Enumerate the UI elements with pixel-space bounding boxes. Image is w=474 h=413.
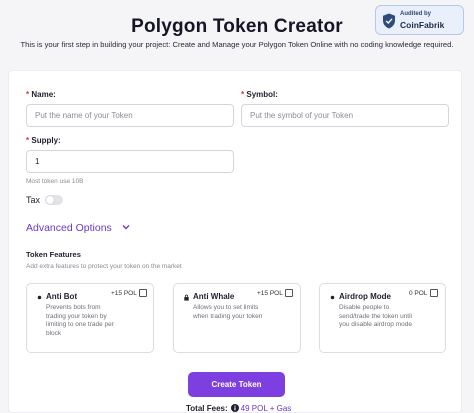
feature-description-line: limiting to one trade per (46, 321, 114, 329)
symbol-input[interactable] (241, 104, 449, 127)
feature-name: Anti Whale (193, 292, 235, 301)
lock-icon (184, 294, 189, 301)
total-fees-amount: 49 POL + Gas (240, 404, 292, 413)
dot-icon (330, 295, 335, 300)
token-features-title: Token Features (26, 250, 81, 259)
audit-badge-name: CoinFabrik (400, 20, 445, 30)
page-subtitle: This is your first step in building your… (20, 40, 454, 49)
advanced-options-toggle[interactable]: Advanced Options (26, 222, 112, 234)
feature-checkbox[interactable] (430, 289, 438, 297)
feature-description-line: you disable airdrop mode (339, 321, 412, 329)
token-features-hint: Add extra features to protect your token… (26, 263, 182, 270)
feature-price: 0 POL (409, 290, 428, 297)
feature-checkbox[interactable] (139, 289, 147, 297)
feature-card-anti-whale[interactable]: Anti Whale +15 POL Allows you to set lim… (173, 283, 301, 353)
feature-description: Allows you to set limits when trading yo… (193, 304, 262, 321)
shield-icon (383, 13, 395, 29)
audit-badge[interactable]: Audited by CoinFabrik (375, 5, 464, 35)
feature-description: Prevents bots from trading your token by… (46, 304, 114, 338)
feature-price: +15 POL (111, 290, 137, 297)
symbol-label-text: Symbol: (246, 90, 278, 99)
symbol-label: * Symbol: (241, 90, 278, 99)
feature-description-line: Disable people to (339, 304, 390, 311)
feature-description: Disable people to send/trade the token u… (339, 304, 412, 330)
toggle-knob (46, 196, 54, 204)
feature-description-line: block (46, 329, 62, 337)
info-icon[interactable] (230, 404, 239, 412)
feature-description-line: when trading your token (193, 312, 263, 320)
supply-label-text: Supply: (31, 136, 61, 145)
feature-description-line: Prevents bots from (46, 304, 101, 311)
feature-name: Anti Bot (46, 292, 78, 301)
feature-description-line: Allows you to set limits (193, 304, 259, 311)
feature-card-airdrop-mode[interactable]: Airdrop Mode 0 POL Disable people to sen… (319, 283, 446, 353)
name-input[interactable] (26, 104, 234, 127)
create-token-button[interactable]: Create Token (188, 372, 285, 397)
feature-description-line: trading your token by (46, 312, 107, 320)
chevron-down-icon[interactable] (120, 221, 132, 233)
total-fees-label: Total Fees: (186, 404, 228, 413)
feature-checkbox[interactable] (285, 289, 293, 297)
required-mark: * (26, 136, 30, 145)
name-label: * Name: (26, 90, 56, 99)
supply-hint: Most token use 10B (26, 178, 84, 185)
tax-toggle[interactable] (45, 195, 63, 205)
tax-label: Tax (26, 195, 41, 205)
feature-price: +15 POL (257, 290, 283, 297)
audit-badge-caption: Audited by (400, 11, 431, 17)
required-mark: * (26, 90, 30, 99)
dot-icon (37, 295, 42, 300)
supply-input[interactable] (26, 150, 234, 173)
required-mark: * (241, 90, 245, 99)
name-label-text: Name: (31, 90, 56, 99)
total-fees: Total Fees: 49 POL + Gas (186, 404, 291, 413)
supply-label: * Supply: (26, 136, 61, 145)
feature-description-line: send/trade the token until (339, 312, 412, 320)
feature-name: Airdrop Mode (339, 292, 391, 301)
feature-card-anti-bot[interactable]: Anti Bot +15 POL Prevents bots from trad… (26, 283, 154, 353)
